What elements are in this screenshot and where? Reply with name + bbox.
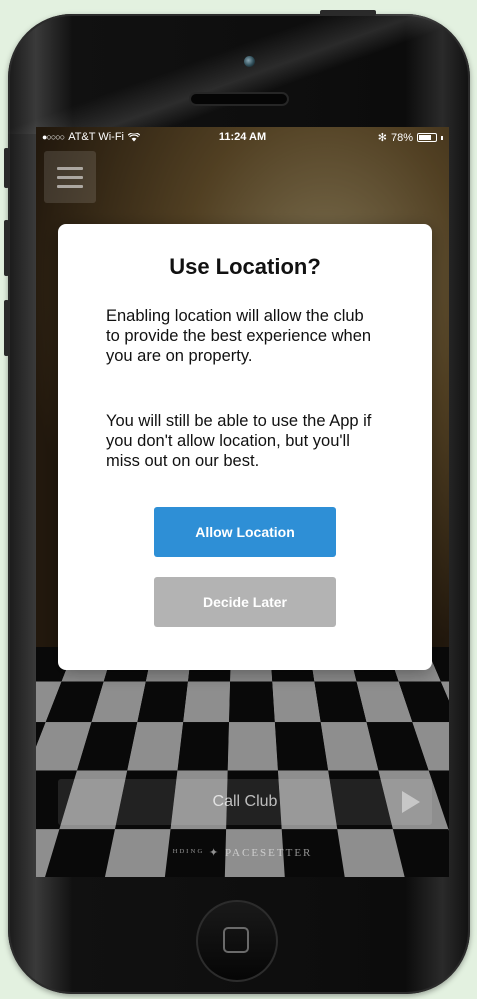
bluetooth-icon: ✻	[378, 131, 387, 144]
decide-later-button[interactable]: Decide Later	[154, 577, 336, 627]
hamburger-menu-icon[interactable]	[44, 151, 96, 203]
battery-percent: 78%	[391, 132, 413, 144]
brand-footer: ᴴᴰᴵᴺᴳ ✦ PACESETTER	[36, 846, 449, 859]
power-button	[320, 10, 376, 16]
call-club-button[interactable]: Call Club	[58, 779, 432, 825]
earpiece-speaker	[191, 94, 287, 104]
dialog-message-1: Enabling location will allow the club to…	[106, 306, 376, 366]
battery-level-fill	[419, 135, 431, 140]
front-camera	[244, 56, 255, 67]
battery-tip	[441, 136, 443, 140]
dialog-message-2: You will still be able to use the App if…	[106, 411, 376, 471]
home-button[interactable]	[196, 900, 278, 982]
call-club-label: Call Club	[213, 793, 278, 811]
volume-up-button	[4, 220, 9, 276]
dialog-title: Use Location?	[58, 254, 432, 280]
phone-screen: ●○○○○ AT&T Wi-Fi 11:24 AM ✻ 78% Call Clu…	[36, 127, 449, 877]
status-bar: ●○○○○ AT&T Wi-Fi 11:24 AM ✻ 78%	[36, 127, 449, 147]
status-right: ✻ 78%	[378, 131, 443, 144]
volume-down-button	[4, 300, 9, 356]
home-square-icon	[223, 927, 249, 953]
battery-icon	[417, 133, 437, 142]
location-permission-dialog: Use Location? Enabling location will all…	[58, 224, 432, 670]
allow-location-button[interactable]: Allow Location	[154, 507, 336, 557]
play-arrow-icon	[402, 791, 420, 813]
mute-switch	[4, 148, 9, 188]
